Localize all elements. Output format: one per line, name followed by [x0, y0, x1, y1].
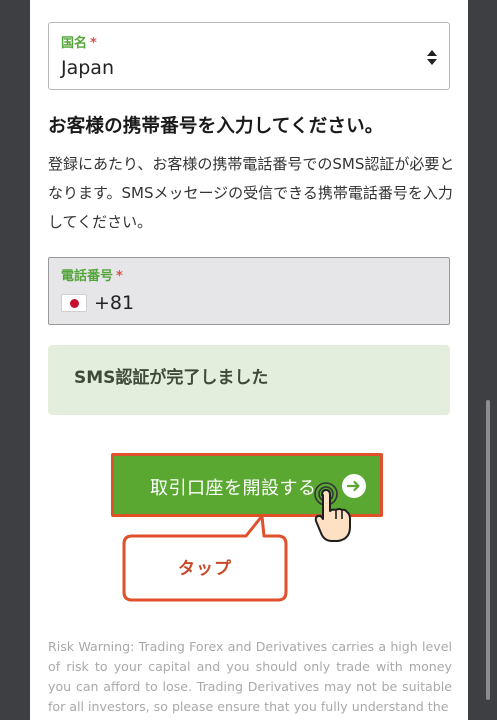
risk-warning-text: Risk Warning: Trading Forex and Derivati… [48, 639, 452, 714]
country-label-text: 国名 [61, 36, 88, 51]
phone-field-label: 電話番号 * [61, 265, 123, 284]
open-account-label: 取引口座を開設する [150, 478, 317, 499]
tap-callout: タップ [122, 514, 288, 602]
tap-label: タップ [178, 559, 232, 579]
sms-verified-text: SMS認証が完了しました [74, 368, 269, 388]
phone-number-field[interactable]: 電話番号 * +81 [48, 257, 450, 325]
country-field-label: 国名 * [61, 32, 97, 51]
required-mark: * [116, 269, 123, 284]
scrollbar-thumb[interactable] [486, 400, 490, 700]
phone-label-text: 電話番号 [61, 269, 114, 284]
phone-section-description: 登録にあたり、お客様の携帯電話番号でのSMS認証が必要となります。SMSメッセー… [48, 155, 455, 231]
country-value: Japan [61, 57, 114, 79]
japan-flag-icon[interactable] [61, 294, 87, 312]
registration-panel: 国名 * Japan お客様の携帯番号を入力してください。 登録にあたり、お客様の… [30, 0, 468, 720]
sms-verified-banner: SMS認証が完了しました [48, 345, 450, 415]
dial-code: +81 [94, 292, 135, 314]
phone-section-heading: お客様の携帯番号を入力してください。 [48, 116, 384, 137]
select-arrows-icon [427, 50, 437, 66]
pointing-hand-icon [312, 481, 356, 549]
required-mark: * [90, 36, 97, 51]
country-select[interactable]: 国名 * Japan [48, 22, 450, 90]
